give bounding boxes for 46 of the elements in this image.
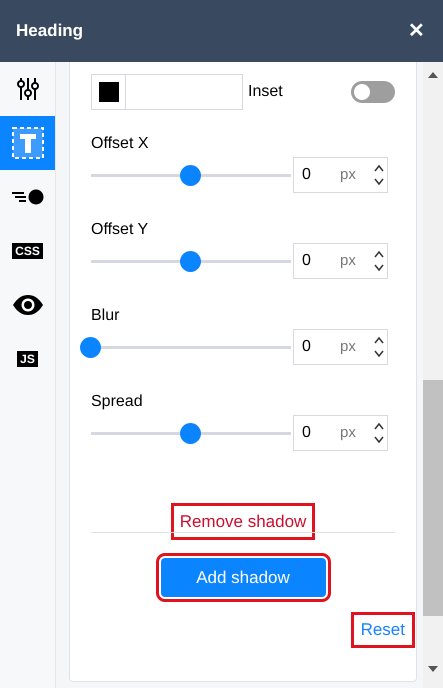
control-label: Offset X (91, 134, 150, 152)
remove-shadow-button[interactable]: Remove shadow (170, 503, 316, 540)
slider-thumb[interactable] (180, 422, 201, 444)
stepper-icon[interactable] (374, 164, 384, 186)
number-input-field[interactable]: 0 px (293, 157, 388, 193)
slider-thumb[interactable] (180, 164, 201, 186)
slider-thumb[interactable] (80, 336, 101, 358)
sliders-icon (16, 77, 38, 101)
color-swatch (98, 82, 118, 102)
close-button[interactable]: ✕ (408, 21, 425, 41)
input-value: 0 (302, 337, 312, 357)
unit-label: px (340, 336, 356, 357)
unit-label: px (340, 422, 356, 443)
add-shadow-button[interactable]: Add shadow (160, 558, 326, 597)
unit-label: px (340, 250, 356, 271)
stepper-icon[interactable] (374, 422, 384, 444)
js-label: JS (17, 351, 38, 367)
eye-icon (12, 295, 44, 315)
panel-title: Heading (16, 20, 84, 42)
stepper-icon[interactable] (374, 336, 384, 358)
number-input-field[interactable]: 0 px (293, 329, 388, 365)
css-label: CSS (12, 243, 43, 259)
control-label: Offset Y (91, 220, 150, 238)
rail-tab[interactable]: JS (0, 332, 55, 386)
scrollbar-thumb[interactable] (423, 380, 443, 616)
input-value: 0 (302, 423, 312, 443)
input-value: 0 (302, 165, 312, 185)
number-input-field[interactable]: 0 px (293, 243, 388, 279)
scrollbar[interactable] (423, 62, 443, 688)
inset-label: Inset (248, 82, 283, 102)
stepper-icon[interactable] (374, 250, 384, 272)
scroll-down-icon[interactable] (428, 666, 438, 672)
color-input-field[interactable] (126, 74, 243, 110)
control-label: Spread (91, 392, 144, 410)
rail-tab[interactable]: CSS (0, 224, 55, 278)
slider-thumb[interactable] (180, 250, 201, 272)
shadow-icon (12, 189, 44, 205)
reset-link[interactable]: Reset (350, 612, 415, 648)
number-input-field[interactable]: 0 px (293, 415, 388, 451)
unit-label: px (340, 164, 356, 185)
scroll-up-icon[interactable] (428, 72, 438, 78)
inset-toggle[interactable] (351, 81, 395, 103)
control-label: Blur (91, 306, 120, 324)
color-swatch-button[interactable] (91, 74, 126, 110)
input-value: 0 (302, 251, 312, 271)
text-box-icon (10, 126, 44, 160)
